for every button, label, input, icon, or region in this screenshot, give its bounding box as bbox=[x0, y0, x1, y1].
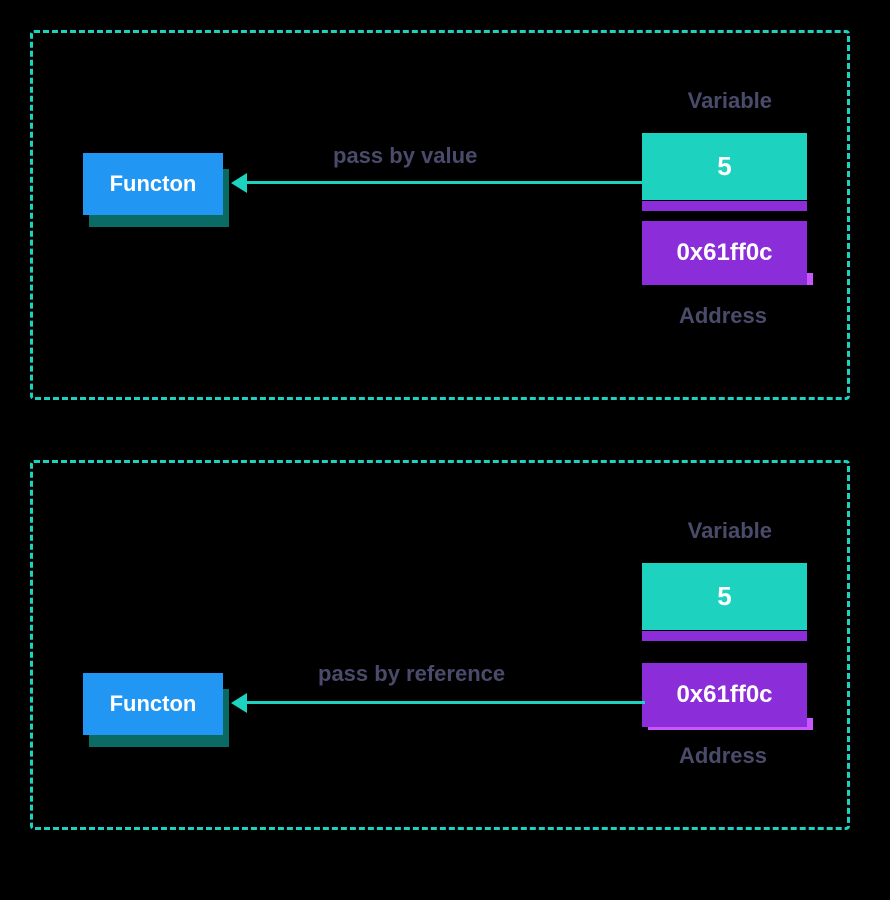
variable-label: Variable bbox=[688, 88, 772, 114]
function-box: Functon bbox=[83, 673, 223, 735]
variable-label: Variable bbox=[688, 518, 772, 544]
address-label: Address bbox=[679, 743, 767, 769]
pass-by-reference-panel: Functon Variable 5 0x61ff0c Address pass… bbox=[30, 460, 850, 830]
function-box: Functon bbox=[83, 153, 223, 215]
address-box: 0x61ff0c bbox=[642, 663, 807, 727]
arrow-line bbox=[245, 701, 645, 704]
value-box: 5 bbox=[642, 133, 807, 200]
address-box: 0x61ff0c bbox=[642, 221, 807, 285]
arrow-line bbox=[245, 181, 645, 184]
arrow-label: pass by reference bbox=[318, 661, 505, 687]
pass-by-value-panel: Functon Variable 5 0x61ff0c Address pass… bbox=[30, 30, 850, 400]
address-label: Address bbox=[679, 303, 767, 329]
value-box-shadow bbox=[642, 631, 807, 641]
value-box: 5 bbox=[642, 563, 807, 630]
value-box-shadow bbox=[642, 201, 807, 211]
arrow-label: pass by value bbox=[333, 143, 477, 169]
